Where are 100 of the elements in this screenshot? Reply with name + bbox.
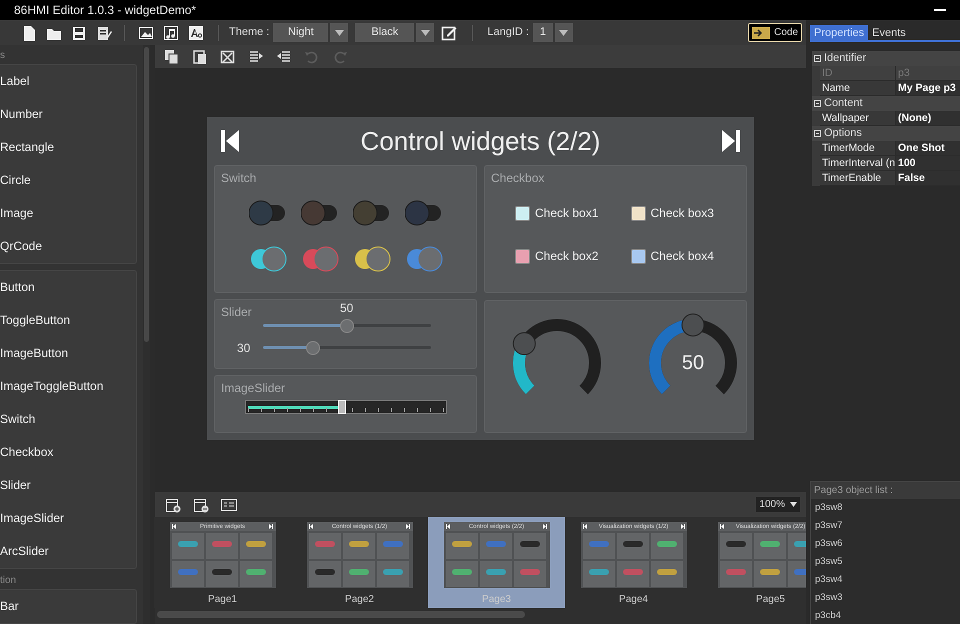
redo-icon — [332, 48, 348, 64]
widget-item[interactable]: ImageToggleButton — [0, 370, 136, 404]
widget-item[interactable]: ImageSlider — [0, 502, 136, 536]
widget-item[interactable]: Bar — [0, 590, 136, 623]
checkbox[interactable]: Check box2 — [515, 247, 630, 265]
widget-item[interactable]: ToggleButton — [0, 304, 136, 338]
music-note-icon — [162, 24, 178, 40]
collapse-icon — [814, 130, 821, 137]
widget-item[interactable]: Button — [0, 271, 136, 304]
property-name: TimerInterval (n — [820, 156, 896, 170]
paste-icon — [192, 48, 208, 64]
font-icon — [188, 24, 204, 40]
property-value[interactable]: 100 — [896, 156, 960, 170]
switch-toggle[interactable] — [248, 200, 286, 226]
object-item[interactable]: p3sw3 — [811, 589, 960, 607]
switch-toggle[interactable] — [404, 200, 442, 226]
langid-label: LangID : — [487, 25, 529, 40]
skip-back-icon — [582, 524, 586, 529]
slider-track[interactable] — [263, 319, 431, 333]
collapse-icon — [814, 55, 821, 62]
widget-item[interactable]: Checkbox — [0, 436, 136, 470]
delete-icon — [220, 48, 236, 64]
thumbnail-label: Page5 — [756, 593, 785, 607]
scrollbar-thumb[interactable] — [157, 611, 525, 618]
code-button[interactable]: Code — [748, 23, 802, 42]
property-name: Name — [820, 81, 896, 95]
collapse-icon — [814, 100, 821, 107]
switch-toggle[interactable] — [352, 200, 390, 226]
caret-icon — [790, 502, 797, 507]
thumbnail-label: Page2 — [345, 593, 374, 607]
skip-forward-icon — [269, 524, 274, 529]
widget-item[interactable]: Label — [0, 65, 136, 98]
bring-forward-icon — [248, 48, 264, 64]
widget-item[interactable]: ArcSlider — [0, 535, 136, 568]
panel-tab[interactable]: Events — [868, 25, 910, 40]
save-as-icon — [96, 24, 112, 40]
scrollbar-thumb[interactable] — [144, 47, 149, 342]
arc-value: 50 — [682, 352, 704, 374]
thumbnail-label: Page4 — [619, 593, 648, 607]
thumbnail-label: Page1 — [208, 593, 237, 607]
property-value[interactable]: One Shot — [896, 141, 960, 155]
image-icon — [138, 24, 154, 40]
object-item[interactable]: p3sw5 — [811, 553, 960, 571]
skip-forward-icon — [722, 130, 740, 152]
skip-back-icon — [221, 130, 239, 152]
widget-item[interactable]: Slider — [0, 469, 136, 502]
page-list-icon — [220, 496, 238, 512]
skip-back-icon — [308, 524, 312, 529]
slider-track[interactable] — [263, 341, 431, 355]
image-slider-thumb[interactable] — [338, 400, 346, 414]
checkbox[interactable]: Check box1 — [515, 204, 630, 222]
property-name: Wallpaper — [820, 111, 896, 125]
property-value[interactable]: (None) — [896, 111, 960, 125]
slider-thumb[interactable] — [340, 319, 354, 333]
caret-icon — [334, 30, 344, 36]
group-header: s — [0, 49, 6, 63]
edit-icon — [441, 24, 458, 40]
send-backward-icon — [276, 48, 292, 64]
caret-icon — [420, 30, 430, 36]
remove-page-icon — [193, 496, 209, 512]
widget-item[interactable]: Rectangle — [0, 131, 136, 164]
widget-item[interactable]: Number — [0, 98, 136, 131]
copy-icon — [164, 48, 180, 64]
checkbox[interactable]: Check box4 — [630, 247, 746, 265]
undo-icon — [304, 48, 320, 64]
caret-icon — [559, 30, 568, 36]
image-slider-track[interactable] — [245, 400, 447, 414]
object-item[interactable]: p3sw7 — [811, 517, 960, 535]
panel-tab[interactable]: Properties — [810, 25, 868, 40]
skip-back-icon — [172, 524, 176, 529]
widget-item[interactable]: ImageButton — [0, 337, 136, 370]
object-item[interactable]: p3sw6 — [811, 535, 960, 553]
panel-title: ImageSlider — [221, 380, 286, 397]
switch-toggle[interactable] — [300, 200, 338, 226]
widget-item[interactable]: Image — [0, 197, 136, 230]
skip-forward-icon — [406, 524, 410, 529]
code-icon — [752, 26, 770, 38]
panel-title: Checkbox — [491, 170, 544, 187]
widget-item[interactable]: QrCode — [0, 230, 136, 263]
object-item[interactable]: p3sw4 — [811, 571, 960, 589]
page-title: Control widgets (2/2) — [360, 124, 600, 158]
object-item[interactable]: p3cb4 — [811, 607, 960, 624]
property-value[interactable]: False — [896, 171, 960, 185]
thumbnail-label: Page3 — [482, 593, 511, 607]
checkbox[interactable]: Check box3 — [630, 204, 746, 222]
widget-item[interactable]: Switch — [0, 403, 136, 436]
slider-thumb[interactable] — [306, 341, 320, 355]
slider-value: 50 — [340, 300, 354, 317]
skip-back-icon — [720, 524, 724, 529]
property-value[interactable]: My Page p3 — [896, 81, 960, 95]
save-icon — [70, 24, 86, 40]
widget-item[interactable]: Circle — [0, 164, 136, 197]
add-page-icon — [165, 496, 181, 512]
edit-button[interactable] — [440, 24, 458, 42]
object-item[interactable]: p3sw8 — [811, 499, 960, 517]
panel-title: Slider — [221, 304, 252, 321]
property-name: TimerMode — [820, 141, 896, 155]
skip-back-icon — [446, 524, 450, 529]
skip-forward-icon — [680, 524, 684, 529]
zoom-dropdown[interactable]: 100% — [756, 497, 800, 512]
